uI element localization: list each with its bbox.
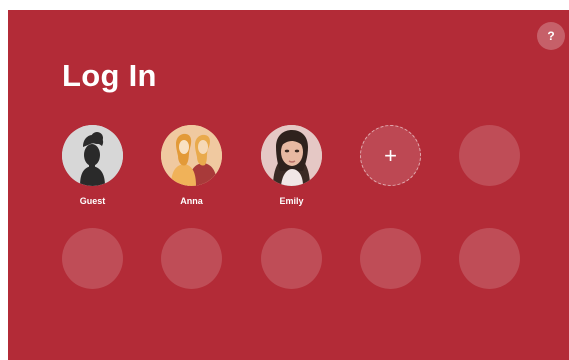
empty-user-slot[interactable]	[261, 228, 322, 289]
empty-user-slot[interactable]	[161, 228, 222, 289]
empty-user-slot[interactable]	[459, 228, 520, 289]
empty-avatar-slot	[459, 125, 520, 186]
user-name-label: Anna	[180, 196, 203, 206]
avatar	[161, 125, 222, 186]
avatar	[261, 125, 322, 186]
empty-user-slot[interactable]	[459, 125, 520, 186]
plus-icon: +	[384, 142, 397, 168]
empty-user-slot[interactable]	[62, 228, 123, 289]
page-title: Log In	[62, 58, 157, 93]
emily-photo	[261, 125, 322, 186]
user-name-label: Emily	[279, 196, 304, 206]
add-user-button[interactable]: +	[360, 125, 421, 186]
avatar	[62, 125, 123, 186]
user-name-label: Guest	[79, 196, 106, 206]
empty-avatar-slot	[62, 228, 123, 289]
user-tile-emily[interactable]: Emily	[261, 125, 322, 206]
empty-user-slot[interactable]	[360, 228, 421, 289]
help-button[interactable]: ?	[537, 22, 565, 50]
add-user-circle: +	[360, 125, 421, 186]
empty-avatar-slot	[459, 228, 520, 289]
user-tile-guest[interactable]: Guest	[62, 125, 123, 206]
empty-avatar-slot	[261, 228, 322, 289]
anna-illustration-icon	[161, 125, 222, 186]
login-screen: ? Log In Guest Anna Emily +	[8, 10, 569, 360]
question-mark-icon: ?	[547, 29, 555, 43]
user-tile-anna[interactable]: Anna	[161, 125, 222, 206]
guest-silhouette-icon	[62, 125, 123, 186]
empty-avatar-slot	[360, 228, 421, 289]
empty-avatar-slot	[161, 228, 222, 289]
